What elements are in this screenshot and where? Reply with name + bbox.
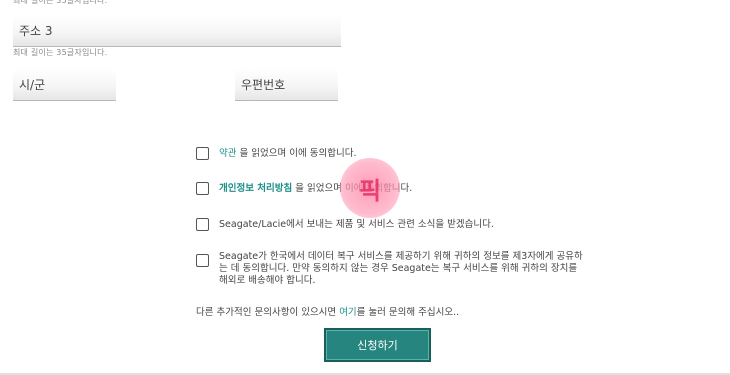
postal-code-field[interactable]: 우편번호 — [235, 68, 338, 101]
consent-terms-row: 약관 을 읽었으며 이에 동의합니다. — [196, 147, 356, 160]
contact-note-before: 다른 추가적인 문의사항이 있으시면 — [196, 307, 340, 318]
submit-button[interactable]: 신청하기 — [324, 328, 431, 362]
contact-note: 다른 추가적인 문의사항이 있으시면 여기를 눌러 문의해 주십시오.. — [196, 304, 459, 318]
privacy-policy-link[interactable]: 개인정보 처리방침 — [219, 183, 292, 194]
contact-here-link[interactable]: 여기 — [339, 307, 356, 318]
city-field[interactable]: 시/군 — [13, 68, 116, 101]
consent-data-recovery-checkbox[interactable] — [196, 254, 209, 267]
consent-news-text: Seagate/Lacie에서 보내는 제품 및 서비스 관련 소식을 받겠습니… — [219, 219, 494, 230]
contact-note-after: 를 눌러 문의해 주십시오.. — [356, 307, 460, 318]
address3-field[interactable]: 주소 3 — [13, 15, 341, 47]
terms-link[interactable]: 약관 — [219, 148, 236, 159]
consent-news-row: Seagate/Lacie에서 보내는 제품 및 서비스 관련 소식을 받겠습니… — [196, 218, 494, 231]
consent-news-checkbox[interactable] — [196, 218, 209, 231]
consent-privacy-checkbox[interactable] — [196, 182, 209, 195]
stamp-logo-icon: 픽 — [340, 158, 400, 218]
postal-code-label: 우편번호 — [241, 77, 286, 92]
consent-data-recovery-row: Seagate가 한국에서 데이터 복구 서비스를 제공하기 위해 귀하의 정보… — [196, 251, 587, 287]
city-label: 시/군 — [19, 77, 46, 92]
address3-label: 주소 3 — [19, 24, 53, 38]
submit-label: 신청하기 — [357, 339, 398, 352]
consent-data-recovery-text: Seagate가 한국에서 데이터 복구 서비스를 제공하기 위해 귀하의 정보… — [219, 251, 583, 286]
max-length-hint: 최대 길이는 35글자입니다. — [13, 48, 108, 57]
consent-terms-checkbox[interactable] — [196, 147, 209, 160]
stamp-text: 픽 — [358, 176, 382, 205]
max-length-hint-top: 최대 길이는 35글자입니다. — [13, 0, 108, 5]
consent-terms-text: 을 읽었으며 이에 동의합니다. — [236, 148, 357, 159]
